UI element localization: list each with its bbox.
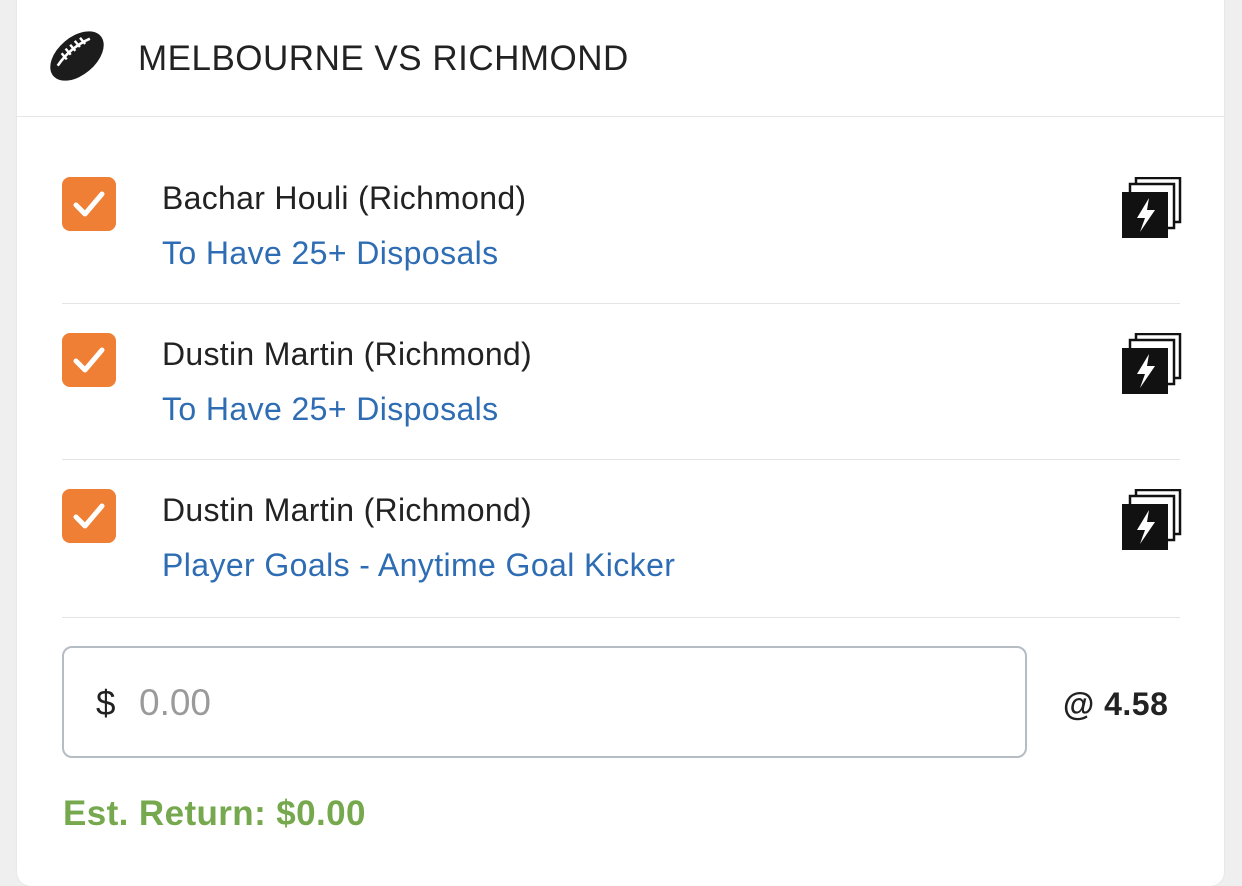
- same-game-multi-icon[interactable]: [1120, 177, 1182, 239]
- leg-player-name: Dustin Martin (Richmond): [162, 492, 532, 528]
- stake-field[interactable]: $: [62, 646, 1027, 758]
- leg-player-name: Dustin Martin (Richmond): [162, 336, 532, 372]
- currency-symbol: $: [96, 684, 116, 723]
- odds-label: @ 4.58: [1063, 686, 1169, 722]
- leg-checkbox[interactable]: [62, 177, 116, 231]
- check-icon: [73, 191, 105, 217]
- same-game-multi-icon[interactable]: [1120, 333, 1182, 395]
- stake-input[interactable]: [139, 678, 839, 728]
- bet-leg: Dustin Martin (Richmond) Player Goals - …: [62, 459, 1182, 618]
- leg-checkbox[interactable]: [62, 489, 116, 543]
- estimated-return: Est. Return: $0.00: [63, 794, 366, 833]
- leg-market-link[interactable]: Player Goals - Anytime Goal Kicker: [162, 545, 675, 585]
- football-icon: [50, 31, 104, 81]
- same-game-multi-icon[interactable]: [1120, 489, 1182, 551]
- check-icon: [73, 347, 105, 373]
- bet-leg: Bachar Houli (Richmond) To Have 25+ Disp…: [62, 147, 1182, 304]
- bet-leg: Dustin Martin (Richmond) To Have 25+ Dis…: [62, 303, 1182, 460]
- event-header: MELBOURNE VS RICHMOND: [17, 0, 1224, 117]
- leg-market-link[interactable]: To Have 25+ Disposals: [162, 389, 499, 429]
- bet-card: MELBOURNE VS RICHMOND Bachar Houli (Rich…: [17, 0, 1224, 886]
- leg-checkbox[interactable]: [62, 333, 116, 387]
- leg-player-name: Bachar Houli (Richmond): [162, 180, 527, 216]
- match-title: MELBOURNE VS RICHMOND: [138, 39, 629, 78]
- check-icon: [73, 503, 105, 529]
- leg-market-link[interactable]: To Have 25+ Disposals: [162, 233, 499, 273]
